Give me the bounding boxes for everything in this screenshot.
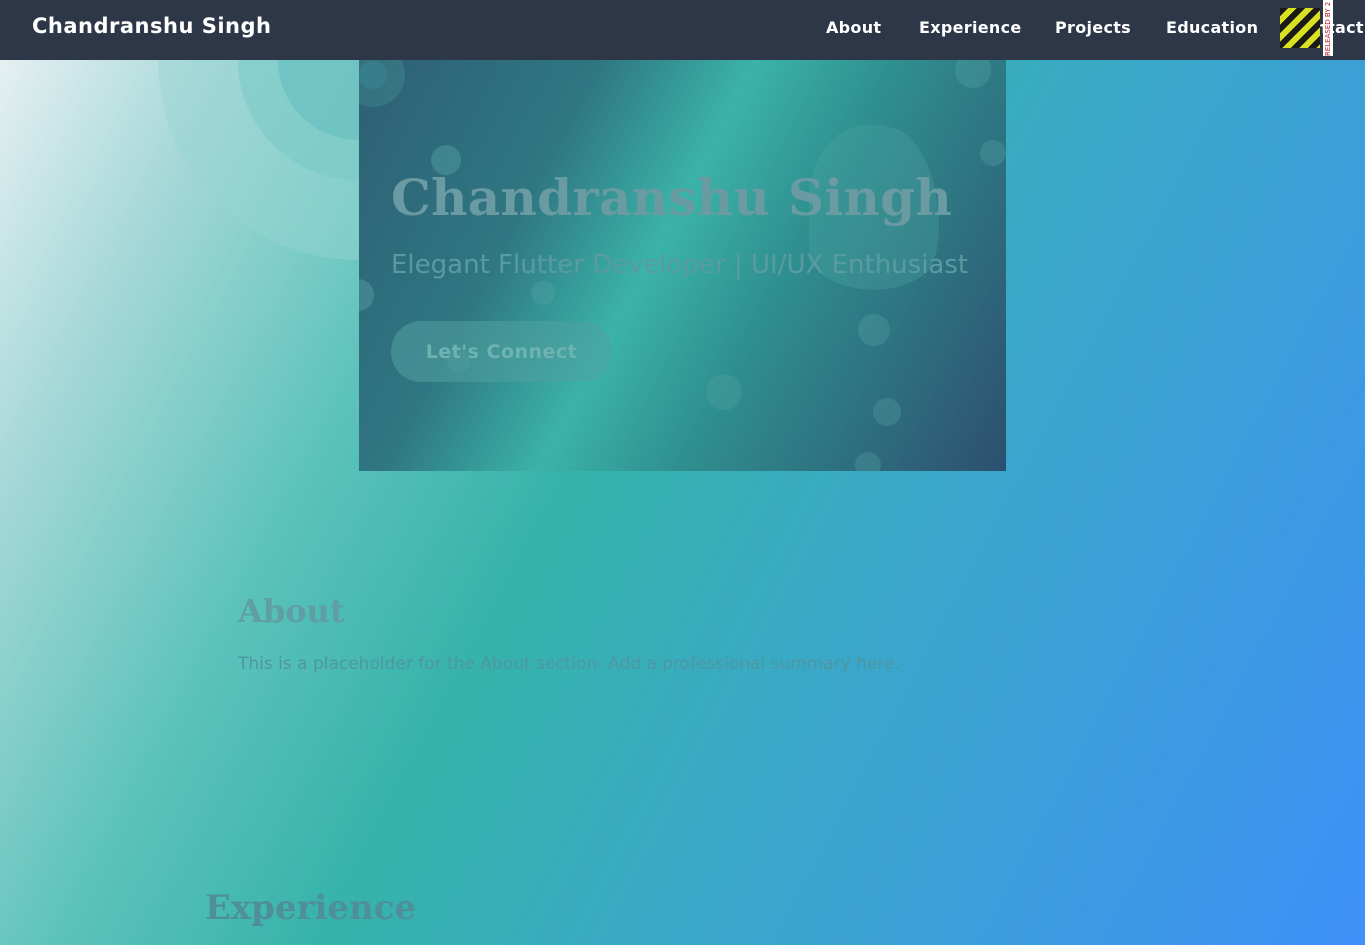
about-heading: About [238, 592, 345, 630]
top-navbar: Chandranshu Singh About Experience Proje… [0, 0, 1365, 60]
hero-card: Chandranshu Singh Elegant Flutter Develo… [359, 60, 1006, 471]
brand-logo[interactable]: Chandranshu Singh [32, 14, 271, 38]
nav-link-about[interactable]: About [826, 18, 881, 37]
nav-link-projects[interactable]: Projects [1055, 18, 1131, 37]
debug-banner-icon [1280, 8, 1320, 48]
about-text: This is a placeholder for the About sect… [238, 654, 900, 674]
hero-title: Chandranshu Singh [391, 168, 953, 227]
lets-connect-button[interactable]: Let's Connect [391, 321, 612, 382]
debug-tag-label: RELEASED BY 2 [1324, 1, 1332, 56]
nav-link-experience[interactable]: Experience [919, 18, 1022, 37]
experience-heading: Experience [205, 888, 417, 928]
nav-link-education[interactable]: Education [1166, 18, 1258, 37]
debug-tag: RELEASED BY 2 [1323, 0, 1333, 56]
hero-subtitle: Elegant Flutter Developer | UI/UX Enthus… [391, 250, 969, 280]
